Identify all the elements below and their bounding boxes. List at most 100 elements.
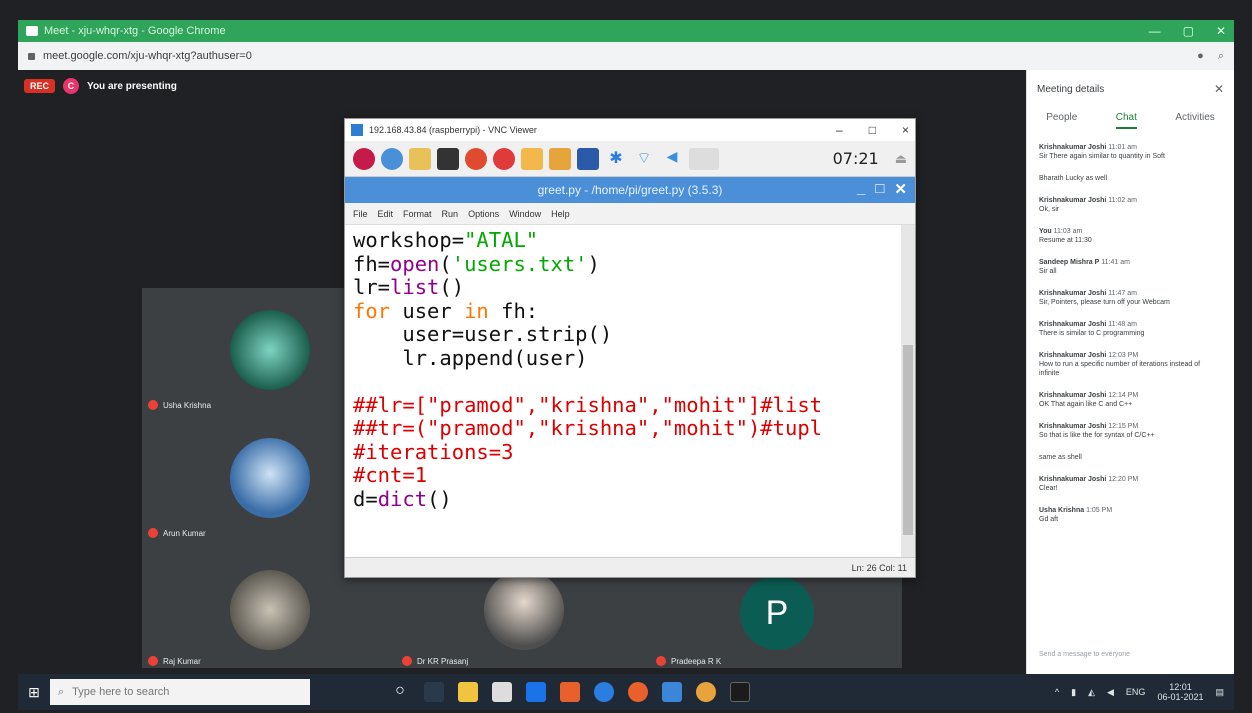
avatar [484,570,564,650]
message-body: Bharath Lucky as well [1039,175,1108,182]
url-text[interactable]: meet.google.com/xju-whqr-xtg?authuser=0 [43,50,252,62]
menu-file[interactable]: File [353,209,368,219]
close-icon[interactable]: ✕ [1214,82,1224,96]
send-message-input[interactable]: Send a message to everyone [1039,651,1130,658]
close-button[interactable]: ✕ [1216,24,1226,38]
terminal-icon[interactable] [730,682,750,702]
participant-name: Arun Kumar [163,528,206,538]
minimize-button[interactable]: — [1149,24,1161,38]
menu-run[interactable]: Run [442,209,459,219]
python-idle-icon[interactable] [549,147,571,170]
office-icon[interactable] [560,682,580,702]
store-icon[interactable] [492,682,512,702]
vnc-viewer-icon[interactable] [662,682,682,702]
screen: Meet - xju-whqr-xtg - Google Chrome — ▢ … [0,0,1252,713]
chat-message: Krishnakumar Joshi 11:01 am Sir There aga… [1027,143,1234,174]
presenting-text: You are presenting [87,80,177,92]
menu-options[interactable]: Options [468,209,499,219]
network-icon[interactable]: ◭ [1088,687,1095,698]
taskbar-clock[interactable]: 12:01 06-01-2021 [1157,682,1203,702]
chat-message: Krishnakumar Joshi 12:14 PM OK That again… [1027,391,1234,422]
message-author: Sandeep Mishra P 11:41 am [1039,259,1130,266]
menu-edit[interactable]: Edit [378,209,394,219]
folder-icon[interactable] [409,147,431,170]
chevron-up-icon[interactable]: ^ [1055,687,1059,697]
camera-icon[interactable]: ● [1197,50,1204,63]
taskbar-search[interactable]: ⌕ Type here to search [50,679,310,705]
message-body: Sir There again similar to quantity in S… [1039,153,1165,160]
tab-activities[interactable]: Activities [1175,112,1214,129]
code-editor[interactable]: workshop="ATAL" fh=open('users.txt') lr=li… [345,225,903,557]
menu-help[interactable]: Help [551,209,570,219]
file-explorer-icon[interactable] [458,682,478,702]
mic-off-icon [148,400,158,410]
tab-title[interactable]: Meet - xju-whqr-xtg - Google Chrome [44,25,226,37]
browser-title-bar: Meet - xju-whqr-xtg - Google Chrome — ▢ … [18,20,1234,42]
recording-indicator: REC C You are presenting [24,78,177,94]
language-indicator[interactable]: ENG [1126,687,1146,697]
tab-chat[interactable]: Chat [1115,112,1137,129]
message-body: Sir, Pointers, please turn off your Webc… [1039,299,1170,306]
participant-name: Dr KR Prasanj [417,656,469,666]
mic-off-icon [148,528,158,538]
notifications-icon[interactable]: ▤ [1215,687,1224,698]
code-line: fh=open('users.txt') [353,251,600,276]
rec-badge: REC [24,79,56,93]
editor-scrollbar[interactable] [901,225,915,557]
avatar [230,438,310,518]
eject-icon[interactable]: ⏏ [895,151,907,167]
idle-title: greet.py - /home/pi/greet.py (3.5.3) [537,183,723,197]
message-author: Usha Krishna 1:05 PM [1039,507,1113,514]
presenter-avatar: C [63,78,80,94]
cortana-icon[interactable]: ○ [390,682,410,702]
task-view-icon[interactable] [424,682,444,702]
menu-window[interactable]: Window [509,209,541,219]
powerpoint-icon[interactable] [628,682,648,702]
participant-label: Pradeepa R K [656,656,721,666]
maximize-button[interactable]: ▢ [1183,24,1194,38]
wolfram-icon[interactable] [493,147,515,170]
taskbar-time: 12:01 [1169,682,1192,692]
message-author: Krishnakumar Joshi 12:14 PM [1039,392,1139,399]
close-button[interactable]: × [902,123,909,137]
mail-icon[interactable] [526,682,546,702]
volume-icon[interactable]: ◀ [1107,687,1114,698]
bluetooth-icon[interactable]: ✱ [605,148,627,170]
chrome-icon[interactable] [696,682,716,702]
volume-icon[interactable]: ◀ [661,148,683,170]
edge-icon[interactable] [594,682,614,702]
lock-icon [28,52,35,60]
browser-icon[interactable] [381,147,403,170]
chat-message: Sandeep Mishra P 11:41 am Sir all [1027,258,1234,289]
chat-message: You 11:03 am Resume at 11:30 [1027,227,1234,258]
maximize-button[interactable]: □ [869,123,876,137]
mic-off-icon [148,656,158,666]
wifi-icon[interactable]: ⌔ [633,148,655,170]
battery-icon[interactable]: ▮ [1071,687,1076,698]
participant-label: Dr KR Prasanj [402,656,468,666]
raspberry-menu-icon[interactable] [353,147,375,170]
tab-people[interactable]: People [1046,112,1077,129]
chat-message: Usha Krishna 1:05 PM Gd aft [1027,506,1234,537]
maximize-button[interactable]: □ [875,180,884,198]
mathematica-icon[interactable] [465,147,487,170]
minimize-button[interactable]: _ [857,180,865,198]
message-body: Gd aft [1039,516,1059,523]
pi-clock: 07:21 [832,149,879,168]
python-idle-icon[interactable] [521,147,543,170]
message-author: Krishnakumar Joshi 11:47 am [1039,290,1137,297]
terminal-icon[interactable] [437,147,459,170]
minimize-button[interactable]: – [836,123,843,137]
vnc-icon [351,124,363,136]
zoom-icon[interactable]: ⌕ [1218,50,1224,63]
scrollbar-thumb[interactable] [903,345,913,535]
vnc-server-icon[interactable] [577,147,599,170]
taskbar-date: 06-01-2021 [1157,692,1204,702]
close-button[interactable]: ✕ [894,180,907,198]
windows-start-icon[interactable]: ⊞ [18,684,50,701]
menu-format[interactable]: Format [403,209,432,219]
message-body: How to run a specific number of iteratio… [1039,361,1201,377]
address-bar[interactable]: meet.google.com/xju-whqr-xtg?authuser=0 … [18,42,1234,70]
code-line: workshop="ATAL" [353,228,539,252]
